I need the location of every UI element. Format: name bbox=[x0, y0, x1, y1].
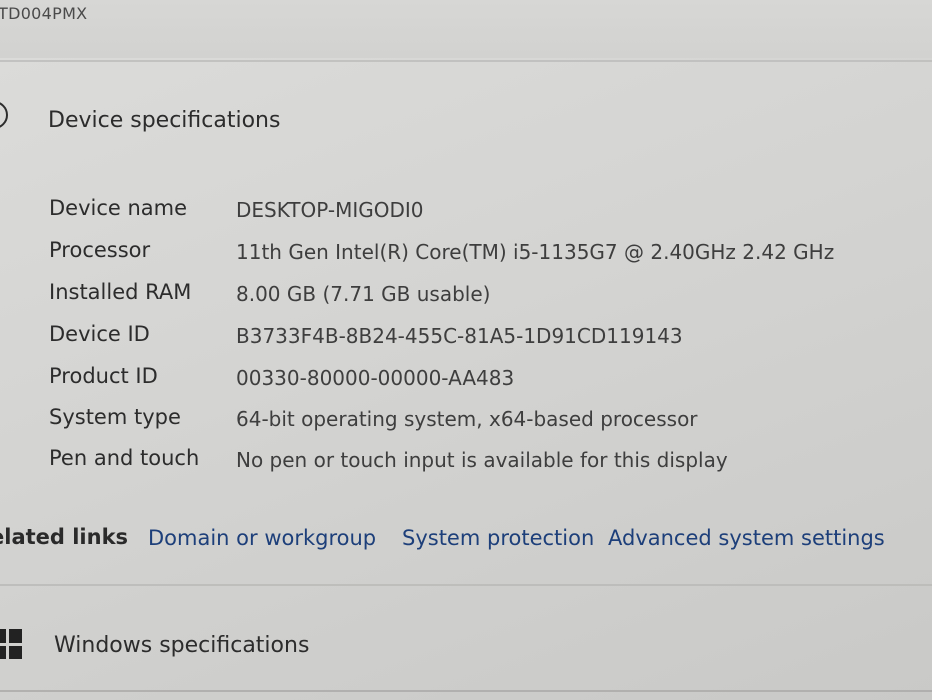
windows-logo-pane bbox=[8, 645, 22, 659]
spec-value-device-name: DESKTOP-MIGODI0 bbox=[236, 198, 424, 222]
system-protection-link[interactable]: System protection bbox=[402, 526, 594, 550]
spec-row-device-name: Device name DESKTOP-MIGODI0 bbox=[0, 196, 932, 232]
spec-label-device-name: Device name bbox=[49, 196, 188, 220]
spec-row-pen-and-touch: Pen and touch No pen or touch input is a… bbox=[0, 446, 932, 482]
spec-label-processor: Processor bbox=[49, 238, 151, 262]
section-divider-bottom bbox=[0, 584, 932, 586]
spec-value-processor: 11th Gen Intel(R) Core(TM) i5-1135G7 @ 2… bbox=[236, 240, 835, 264]
spec-value-system-type: 64-bit operating system, x64-based proce… bbox=[236, 407, 698, 431]
spec-row-product-id: Product ID 00330-80000-00000-AA483 bbox=[0, 364, 932, 400]
spec-row-system-type: System type 64-bit operating system, x64… bbox=[0, 405, 932, 441]
bottom-divider bbox=[0, 690, 932, 692]
spec-value-installed-ram: 8.00 GB (7.71 GB usable) bbox=[236, 282, 491, 306]
windows-logo-pane bbox=[0, 629, 6, 643]
top-strip: TD004PMX bbox=[0, 0, 932, 58]
related-links-label: elated links bbox=[0, 525, 129, 549]
spec-value-product-id: 00330-80000-00000-AA483 bbox=[236, 366, 515, 390]
spec-label-installed-ram: Installed RAM bbox=[49, 280, 192, 304]
spec-label-product-id: Product ID bbox=[49, 364, 158, 388]
spec-row-device-id: Device ID B3733F4B-8B24-455C-81A5-1D91CD… bbox=[0, 322, 932, 358]
spec-row-processor: Processor 11th Gen Intel(R) Core(TM) i5-… bbox=[0, 238, 932, 274]
windows-specifications-title[interactable]: Windows specifications bbox=[54, 633, 309, 658]
advanced-system-settings-link[interactable]: Advanced system settings bbox=[608, 526, 885, 550]
spec-value-pen-and-touch: No pen or touch input is available for t… bbox=[236, 448, 728, 472]
spec-value-device-id: B3733F4B-8B24-455C-81A5-1D91CD119143 bbox=[236, 324, 683, 348]
windows-logo-pane bbox=[0, 645, 6, 659]
spec-label-pen-and-touch: Pen and touch bbox=[49, 446, 200, 470]
windows-logo-icon bbox=[0, 629, 22, 659]
section-divider-top bbox=[0, 60, 932, 62]
device-code-label: TD004PMX bbox=[0, 4, 88, 23]
spec-label-device-id: Device ID bbox=[49, 322, 150, 346]
spec-label-system-type: System type bbox=[49, 405, 181, 429]
domain-or-workgroup-link[interactable]: Domain or workgroup bbox=[148, 526, 376, 550]
device-specifications-title: Device specifications bbox=[48, 108, 281, 133]
spec-row-installed-ram: Installed RAM 8.00 GB (7.71 GB usable) bbox=[0, 280, 932, 316]
windows-logo-pane bbox=[8, 629, 22, 643]
info-icon bbox=[0, 101, 8, 129]
